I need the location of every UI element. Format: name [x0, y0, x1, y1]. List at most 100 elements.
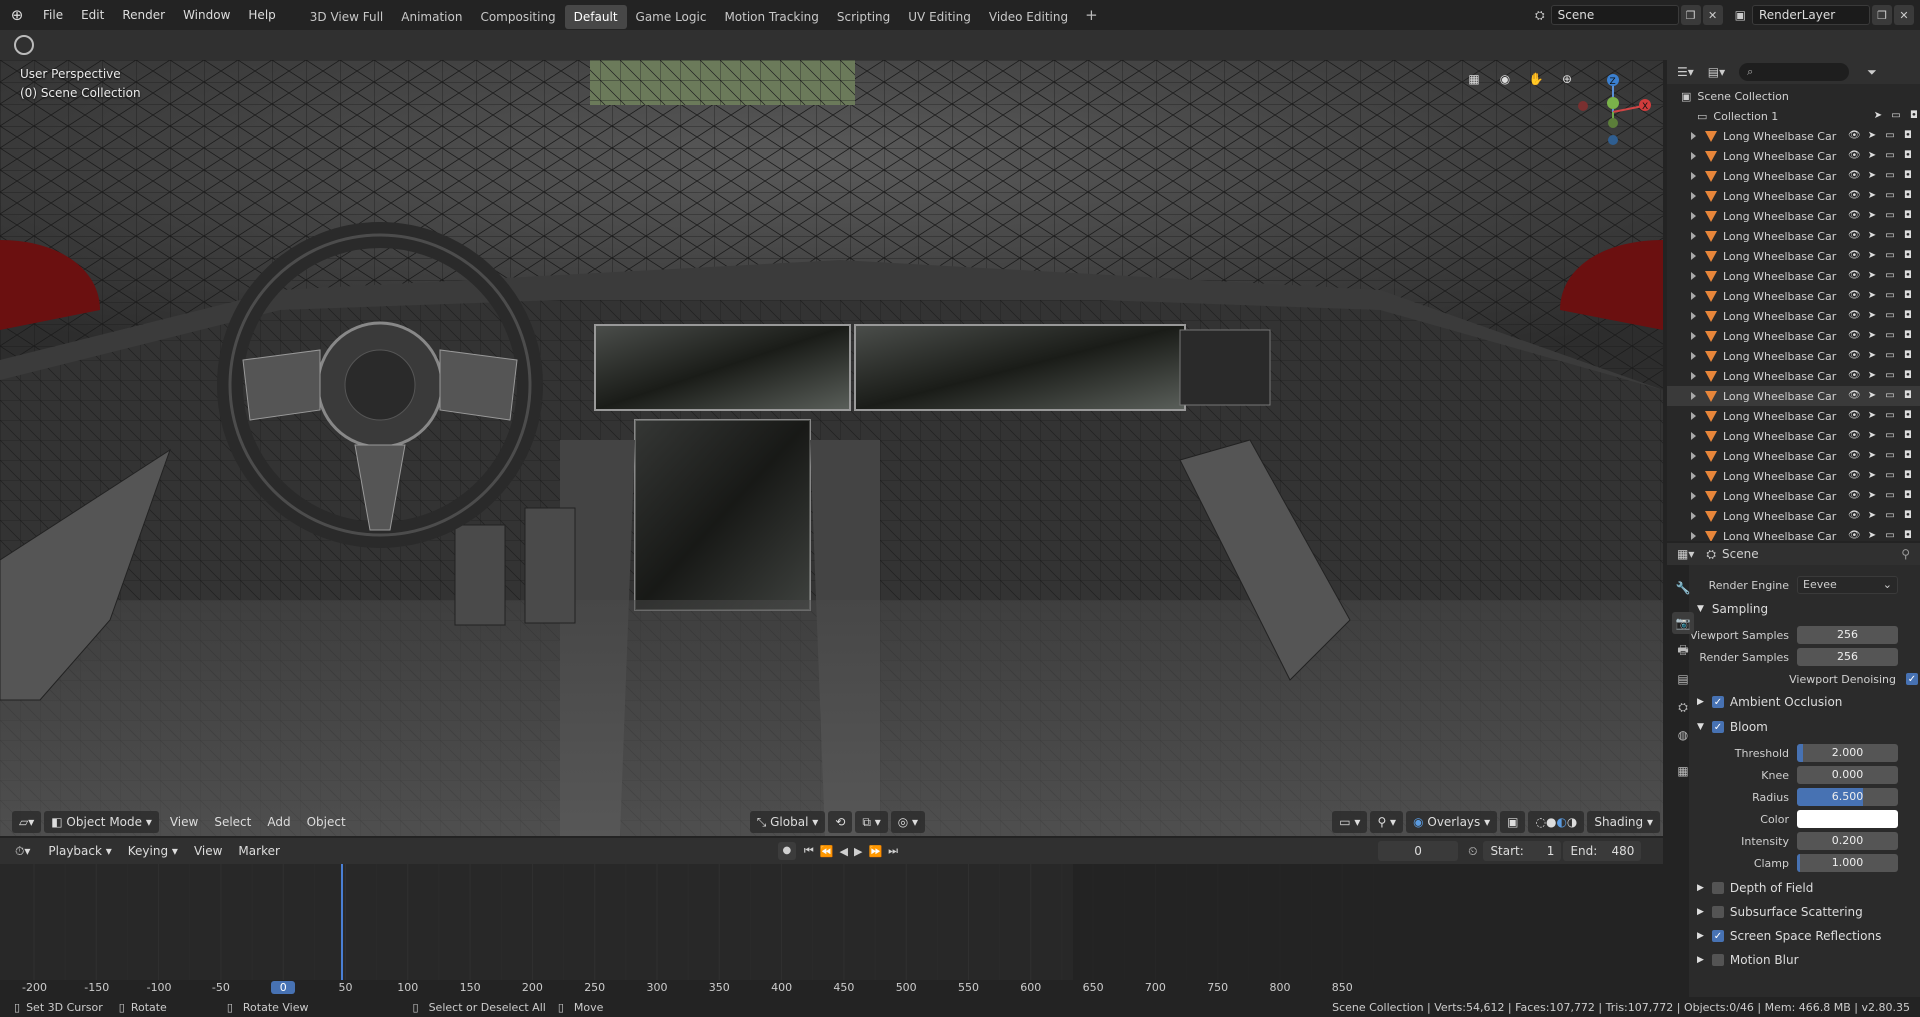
expand-arrow-icon[interactable]	[1691, 192, 1699, 200]
monitor-icon[interactable]: ▭	[1884, 150, 1896, 162]
camera-icon[interactable]: ◘	[1902, 190, 1914, 202]
snap-icon[interactable]: ⧉ ▾	[855, 811, 888, 833]
expand-arrow-icon[interactable]	[1691, 272, 1699, 280]
output-tab-icon[interactable]: 🖶	[1672, 640, 1694, 662]
outliner-item[interactable]: Long Wheelbase Car 👁 ➤ ▭ ◘	[1667, 446, 1920, 466]
monitor-icon[interactable]: ▭	[1884, 350, 1896, 362]
eye-icon[interactable]: 👁	[1848, 470, 1861, 482]
eye-icon[interactable]: 👁	[1848, 150, 1861, 162]
monitor-icon[interactable]: ▭	[1884, 290, 1896, 302]
motion-blur-panel[interactable]: ▶ Motion Blur	[1689, 949, 1920, 971]
outliner-item[interactable]: Long Wheelbase Car 👁 ➤ ▭ ◘	[1667, 506, 1920, 526]
camera-icon[interactable]: ◘	[1902, 250, 1914, 262]
select-arrow-icon[interactable]: ➤	[1866, 130, 1878, 142]
outliner-collection-1[interactable]: ▭ Collection 1 ➤ ▭ ◘	[1667, 106, 1920, 126]
eye-icon[interactable]: 👁	[1848, 130, 1861, 142]
expand-arrow-icon[interactable]	[1691, 352, 1699, 360]
monitor-icon[interactable]: ▭	[1884, 130, 1896, 142]
toggle-camera-icon[interactable]: ▦	[1462, 72, 1486, 94]
outliner-item[interactable]: Long Wheelbase Car 👁 ➤ ▭ ◘	[1667, 406, 1920, 426]
navigation-gizmo[interactable]: Z X	[1568, 68, 1654, 154]
next-keyframe-icon[interactable]: ⏩	[868, 845, 882, 858]
depth-of-field-panel[interactable]: ▶ Depth of Field	[1689, 877, 1920, 899]
marker-menu[interactable]: Marker	[230, 840, 287, 862]
ambient-occlusion-checkbox[interactable]: ✓	[1711, 696, 1724, 708]
playback-menu[interactable]: Playback ▾	[40, 840, 119, 862]
pivot-icon[interactable]: ⟲	[828, 811, 853, 833]
render-engine-select[interactable]: Eevee ⌄	[1797, 576, 1898, 594]
jump-end-icon[interactable]: ⏭	[888, 844, 898, 858]
eye-icon[interactable]: 👁	[1848, 330, 1861, 342]
threshold-field[interactable]: 2.000	[1797, 744, 1898, 762]
select-arrow-icon[interactable]: ➤	[1866, 470, 1878, 482]
expand-arrow-icon[interactable]	[1691, 392, 1699, 400]
scene-field[interactable]: Scene	[1550, 5, 1679, 25]
camera-icon[interactable]: ◘	[1902, 470, 1914, 482]
scene-icon[interactable]: ⛭	[1535, 8, 1545, 23]
object-mode-select[interactable]: ◧ Object Mode ▾	[44, 811, 159, 833]
select-arrow-icon[interactable]: ➤	[1866, 270, 1878, 282]
use-preview-range-icon[interactable]: ⏲	[1468, 844, 1477, 859]
monitor-icon[interactable]: ▭	[1884, 370, 1896, 382]
tab-default[interactable]: Default	[564, 4, 627, 29]
outliner-item[interactable]: Long Wheelbase Car 👁 ➤ ▭ ◘	[1667, 226, 1920, 246]
select-arrow-icon[interactable]: ➤	[1866, 410, 1878, 422]
monitor-icon[interactable]: ▭	[1884, 190, 1896, 202]
camera-icon[interactable]: ◘	[1908, 110, 1920, 122]
outliner-item[interactable]: Long Wheelbase Car 👁 ➤ ▭ ◘	[1667, 126, 1920, 146]
monitor-icon[interactable]: ▭	[1884, 530, 1896, 541]
timeline-view-menu[interactable]: View	[186, 840, 230, 862]
eye-icon[interactable]: 👁	[1848, 290, 1861, 302]
select-arrow-icon[interactable]: ➤	[1872, 110, 1884, 122]
render-tab-icon[interactable]: 📷	[1672, 612, 1694, 634]
expand-arrow-icon[interactable]	[1691, 472, 1699, 480]
view-object-types-icon[interactable]: ▭ ▾	[1332, 811, 1368, 833]
camera-icon[interactable]: ◘	[1902, 370, 1914, 382]
filter-icon[interactable]: ⏷	[1867, 65, 1877, 80]
material-shading-icon[interactable]: ◐	[1556, 815, 1566, 829]
outliner-item[interactable]: Long Wheelbase Car 👁 ➤ ▭ ◘	[1667, 166, 1920, 186]
depth-of-field-checkbox[interactable]	[1711, 882, 1724, 894]
camera-view-icon[interactable]: ◉	[1493, 72, 1517, 94]
outliner-item[interactable]: Long Wheelbase Car 👁 ➤ ▭ ◘	[1667, 346, 1920, 366]
gizmo-toggle-icon[interactable]: ⚲ ▾	[1370, 811, 1404, 833]
ssr-panel[interactable]: ▶ ✓ Screen Space Reflections	[1689, 925, 1920, 947]
end-frame-field[interactable]: End: 480	[1563, 841, 1642, 861]
monitor-icon[interactable]: ▭	[1884, 170, 1896, 182]
expand-arrow-icon[interactable]	[1691, 532, 1699, 540]
menu-edit[interactable]: Edit	[72, 0, 113, 30]
select-arrow-icon[interactable]: ➤	[1866, 510, 1878, 522]
select-arrow-icon[interactable]: ➤	[1866, 230, 1878, 242]
viewport-denoising-checkbox[interactable]: ✓	[1906, 673, 1918, 685]
sampling-panel[interactable]: ▼ Sampling	[1689, 598, 1920, 620]
camera-icon[interactable]: ◘	[1902, 210, 1914, 222]
select-arrow-icon[interactable]: ➤	[1866, 190, 1878, 202]
camera-icon[interactable]: ◘	[1902, 530, 1914, 541]
subsurface-checkbox[interactable]	[1711, 906, 1724, 918]
view-layer-tab-icon[interactable]: ▤	[1672, 668, 1694, 690]
expand-arrow-icon[interactable]	[1691, 332, 1699, 340]
monitor-icon[interactable]: ▭	[1884, 430, 1896, 442]
viewport-samples-field[interactable]: 256	[1797, 626, 1898, 644]
pin-icon[interactable]: ⚲	[1901, 547, 1910, 561]
menu-window[interactable]: Window	[174, 0, 239, 30]
outliner-search-field[interactable]: ⌕	[1739, 63, 1850, 81]
ssr-checkbox[interactable]: ✓	[1711, 930, 1724, 942]
eye-icon[interactable]: 👁	[1848, 230, 1861, 242]
overlays-button[interactable]: ◉ Overlays ▾	[1406, 811, 1498, 833]
monitor-icon[interactable]: ▭	[1884, 450, 1896, 462]
outliner-item[interactable]: Long Wheelbase Car 👁 ➤ ▭ ◘	[1667, 426, 1920, 446]
expand-arrow-icon[interactable]	[1691, 252, 1699, 260]
monitor-icon[interactable]: ▭	[1884, 330, 1896, 342]
expand-arrow-icon[interactable]	[1691, 232, 1699, 240]
tool-tab-icon[interactable]: 🔧	[1672, 577, 1694, 599]
camera-icon[interactable]: ◘	[1902, 330, 1914, 342]
playhead[interactable]	[341, 864, 343, 980]
record-icon[interactable]: ●	[777, 842, 796, 860]
tab-video-editing[interactable]: Video Editing	[980, 5, 1077, 29]
monitor-icon[interactable]: ▭	[1884, 510, 1896, 522]
outliner-item[interactable]: Long Wheelbase Car 👁 ➤ ▭ ◘	[1667, 206, 1920, 226]
camera-icon[interactable]: ◘	[1902, 290, 1914, 302]
render-samples-field[interactable]: 256	[1797, 648, 1898, 666]
eye-icon[interactable]: 👁	[1848, 410, 1861, 422]
